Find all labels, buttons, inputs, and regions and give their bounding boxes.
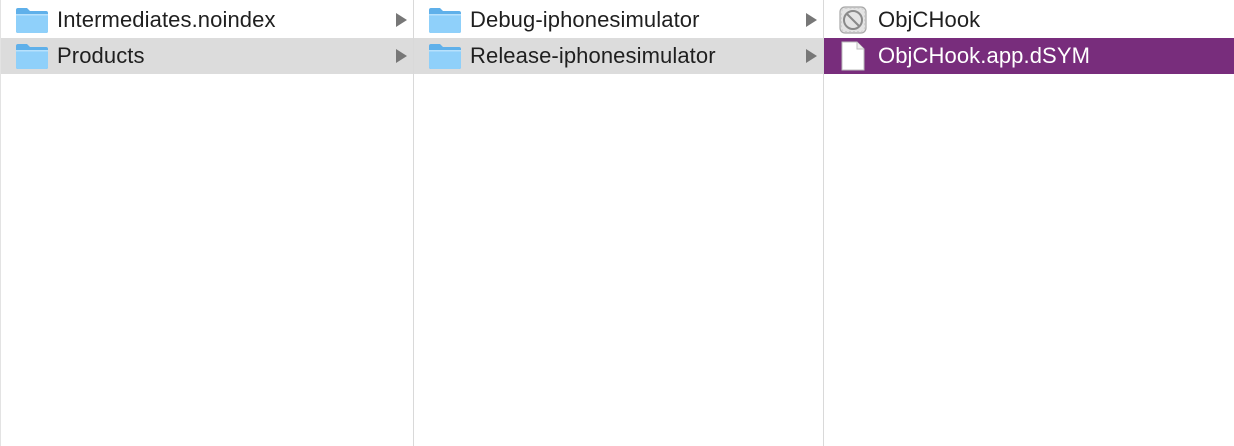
disclosure-triangle-icon: [806, 13, 817, 27]
finder-column-browser: Intermediates.noindex Products Debug-iph…: [0, 0, 1234, 446]
app-icon: [838, 5, 868, 35]
disclosure-triangle-icon: [396, 13, 407, 27]
folder-icon: [15, 6, 49, 34]
file-row-objchook-app[interactable]: ObjCHook: [824, 2, 1234, 38]
disclosure-triangle-icon: [396, 49, 407, 63]
folder-icon: [428, 42, 462, 70]
folder-row-intermediates-noindex[interactable]: Intermediates.noindex: [1, 2, 413, 38]
file-label: ObjCHook.app.dSYM: [878, 43, 1091, 68]
folder-icon: [428, 6, 462, 34]
file-row-objchook-dsym[interactable]: ObjCHook.app.dSYM: [824, 38, 1234, 74]
folder-row-release-iphonesimulator[interactable]: Release-iphonesimulator: [414, 38, 823, 74]
column-2[interactable]: Debug-iphonesimulator Release-iphonesimu…: [414, 0, 824, 446]
folder-row-debug-iphonesimulator[interactable]: Debug-iphonesimulator: [414, 2, 823, 38]
disclosure-triangle-icon: [806, 49, 817, 63]
column-3[interactable]: ObjCHook ObjCHook.app.dSYM: [824, 0, 1234, 446]
folder-label: Intermediates.noindex: [57, 7, 276, 32]
file-label: ObjCHook: [878, 7, 981, 32]
folder-label: Release-iphonesimulator: [470, 43, 716, 68]
folder-icon: [15, 42, 49, 70]
folder-row-products[interactable]: Products: [1, 38, 413, 74]
document-icon: [840, 41, 866, 71]
folder-label: Products: [57, 43, 145, 68]
folder-label: Debug-iphonesimulator: [470, 7, 700, 32]
column-1[interactable]: Intermediates.noindex Products: [0, 0, 414, 446]
